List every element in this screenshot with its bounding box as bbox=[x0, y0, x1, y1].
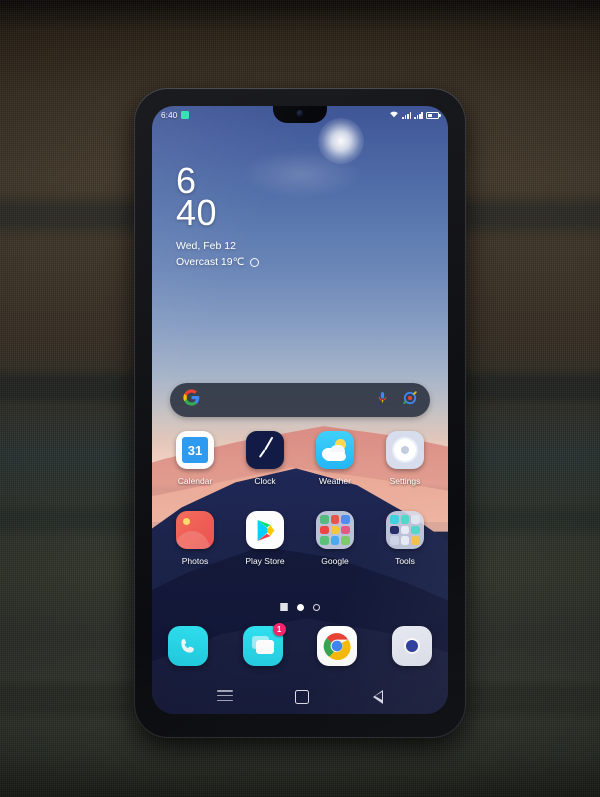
app-row-1: 31 Calendar Clock Weather Settings bbox=[166, 431, 434, 486]
dock-app-camera[interactable] bbox=[391, 626, 432, 666]
app-photos[interactable]: Photos bbox=[166, 511, 224, 566]
folder-google[interactable]: Google bbox=[306, 511, 364, 566]
folder-mini-icon-2 bbox=[400, 515, 410, 524]
page-dot-inactive[interactable] bbox=[313, 603, 320, 611]
page-indicator bbox=[152, 603, 448, 611]
folder-mini-icon-1 bbox=[390, 515, 399, 524]
app-label: Play Store bbox=[245, 556, 285, 566]
notification-badge: 1 bbox=[272, 623, 286, 636]
folder-mini-icon-9 bbox=[341, 536, 350, 545]
phone-screen[interactable]: 6:40 6 40 Wed, Feb 12 Overcast 19℃ 31 Ca… bbox=[152, 106, 448, 714]
smartphone-device: 6:40 6 40 Wed, Feb 12 Overcast 19℃ 31 Ca… bbox=[134, 88, 466, 738]
widget-date: Wed, Feb 12 bbox=[176, 240, 236, 253]
folder-mini-icon-7 bbox=[320, 536, 329, 545]
google-g-icon bbox=[183, 389, 200, 411]
dock-app-chrome[interactable] bbox=[317, 626, 358, 666]
signal-bars-icon-sim1 bbox=[402, 111, 412, 119]
app-settings[interactable]: Settings bbox=[376, 431, 434, 486]
calendar-day-number: 31 bbox=[182, 437, 208, 463]
google-lens-icon[interactable] bbox=[403, 390, 417, 410]
battery-icon bbox=[426, 111, 441, 119]
google-search-bar[interactable] bbox=[170, 383, 430, 417]
folder-mini-icon-5 bbox=[400, 525, 410, 535]
dock-app-phone[interactable] bbox=[168, 626, 208, 666]
folder-mini-icon-6 bbox=[411, 525, 420, 535]
play-store-icon bbox=[246, 511, 284, 549]
folder-tools[interactable]: Tools bbox=[376, 511, 434, 566]
clock-icon bbox=[246, 431, 284, 469]
app-list-icon[interactable] bbox=[280, 603, 288, 611]
folder-mini-icon-8 bbox=[400, 536, 410, 545]
page-dot-active[interactable] bbox=[297, 603, 304, 611]
dock-app-messages[interactable]: 1 bbox=[242, 623, 286, 666]
camera-icon bbox=[391, 626, 432, 666]
app-label: Photos bbox=[181, 556, 209, 566]
app-label: Calendar bbox=[177, 476, 213, 486]
clock-weather-widget[interactable]: 6 40 Wed, Feb 12 Overcast 19℃ bbox=[176, 162, 260, 269]
settings-icon bbox=[386, 431, 424, 469]
status-bar-clock: 6:40 bbox=[161, 110, 178, 120]
navigation-bar bbox=[152, 680, 448, 714]
folder-mini-icon-3 bbox=[341, 515, 350, 524]
folder-mini-icon-9 bbox=[411, 536, 420, 545]
folder-mini-icon-6 bbox=[341, 525, 350, 535]
status-bar-right bbox=[389, 110, 441, 120]
app-clock[interactable]: Clock bbox=[236, 431, 294, 486]
folder-mini-icon-4 bbox=[390, 525, 399, 535]
photos-icon bbox=[176, 511, 214, 549]
app-label: Weather bbox=[319, 476, 351, 486]
app-label: Settings bbox=[389, 476, 421, 486]
folder-mini-icon-4 bbox=[320, 525, 329, 535]
weather-icon bbox=[316, 431, 354, 469]
app-weather[interactable]: Weather bbox=[306, 431, 364, 486]
status-bar-left: 6:40 bbox=[161, 110, 190, 120]
front-camera bbox=[296, 110, 304, 117]
folder-mini-icon-3 bbox=[411, 515, 420, 524]
app-calendar[interactable]: 31 Calendar bbox=[166, 431, 224, 486]
photograph-of-phone: 6:40 6 40 Wed, Feb 12 Overcast 19℃ 31 Ca… bbox=[0, 0, 600, 797]
app-play-store[interactable]: Play Store bbox=[236, 511, 294, 566]
message-notification-icon bbox=[181, 111, 190, 119]
folder-mini-icon-1 bbox=[320, 515, 329, 524]
app-label: Tools bbox=[395, 556, 415, 566]
signal-bars-icon-sim2 bbox=[414, 111, 423, 119]
folder-mini-icon-5 bbox=[330, 525, 340, 535]
phone-icon bbox=[168, 626, 208, 666]
google-folder-icon bbox=[316, 511, 354, 549]
folder-mini-icon-7 bbox=[390, 536, 399, 545]
chrome-icon bbox=[317, 626, 358, 666]
waterdrop-notch bbox=[273, 106, 327, 123]
app-row-2: Photos Play Store Google Tools bbox=[166, 511, 434, 566]
overcast-cloud-icon bbox=[250, 257, 260, 267]
app-label: Google bbox=[321, 556, 349, 566]
app-label: Clock bbox=[254, 476, 276, 486]
recents-menu-icon[interactable] bbox=[217, 690, 234, 704]
folder-mini-icon-2 bbox=[330, 515, 340, 524]
folder-mini-icon-8 bbox=[330, 536, 340, 545]
home-square-icon[interactable] bbox=[295, 690, 310, 704]
dock: 1 bbox=[168, 623, 432, 666]
widget-weather-text: Overcast 19℃ bbox=[176, 256, 245, 269]
tools-folder-icon bbox=[386, 511, 424, 549]
widget-weather: Overcast 19℃ bbox=[176, 256, 260, 269]
microphone-icon[interactable] bbox=[376, 390, 389, 410]
wifi-icon bbox=[389, 110, 399, 120]
back-triangle-icon[interactable] bbox=[372, 690, 383, 704]
widget-minute: 40 bbox=[176, 192, 218, 234]
search-bar-actions bbox=[376, 390, 417, 410]
calendar-icon: 31 bbox=[176, 431, 214, 469]
